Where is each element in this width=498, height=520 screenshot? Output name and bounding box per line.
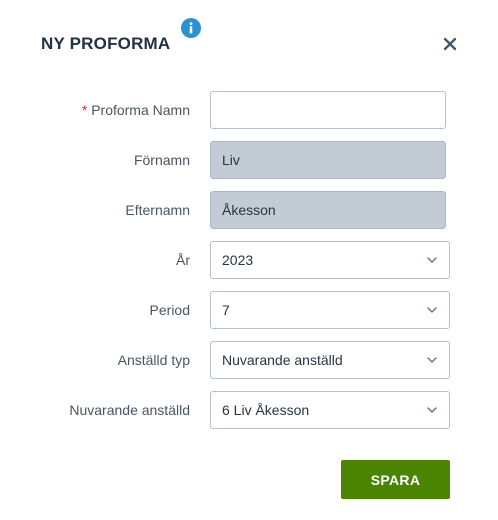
current-employee-select[interactable]: 6 Liv Åkesson [210,391,450,429]
row-first-name: Förnamn Liv [0,141,498,179]
last-name-label: Efternamn [125,202,190,218]
row-last-name: Efternamn Åkesson [0,191,498,229]
required-mark: * [81,102,88,118]
chevron-down-icon [427,407,437,413]
employee-type-selected-value: Nuvarande anställd [222,352,343,368]
row-proforma-name: * Proforma Namn [0,91,498,129]
chevron-down-icon [427,307,437,313]
current-employee-label: Nuvarande anställd [69,402,190,418]
chevron-down-icon [427,257,437,263]
new-proforma-dialog: NY PROFORMA * Proforma Namn Förnamn Liv E… [0,0,498,520]
first-name-label: Förnamn [133,152,190,168]
info-glyph [189,22,193,34]
year-select[interactable]: 2023 [210,241,450,279]
close-glyph [443,37,457,51]
period-label: Period [149,302,190,318]
first-name-field: Liv [210,141,446,179]
proforma-name-input[interactable] [210,91,446,129]
save-button[interactable]: SPARA [341,460,450,499]
employee-type-select[interactable]: Nuvarande anställd [210,341,450,379]
close-icon[interactable] [440,34,460,54]
row-current-employee: Nuvarande anställd 6 Liv Åkesson [0,391,498,429]
employee-type-label: Anställd typ [117,352,190,368]
year-selected-value: 2023 [222,252,254,268]
chevron-down-icon [427,357,437,363]
last-name-field: Åkesson [210,191,446,229]
period-select[interactable]: 7 [210,291,450,329]
proforma-name-label: * Proforma Namn [82,91,190,129]
info-icon[interactable] [181,18,201,38]
dialog-title: NY PROFORMA [41,34,171,53]
row-employee-type: Anställd typ Nuvarande anställd [0,341,498,379]
proforma-name-label-text: Proforma Namn [91,102,190,118]
current-employee-selected-value: 6 Liv Åkesson [222,402,310,418]
row-period: Period 7 [0,291,498,329]
row-year: År 2023 [0,241,498,279]
period-selected-value: 7 [222,302,230,318]
year-label: År [176,252,190,268]
